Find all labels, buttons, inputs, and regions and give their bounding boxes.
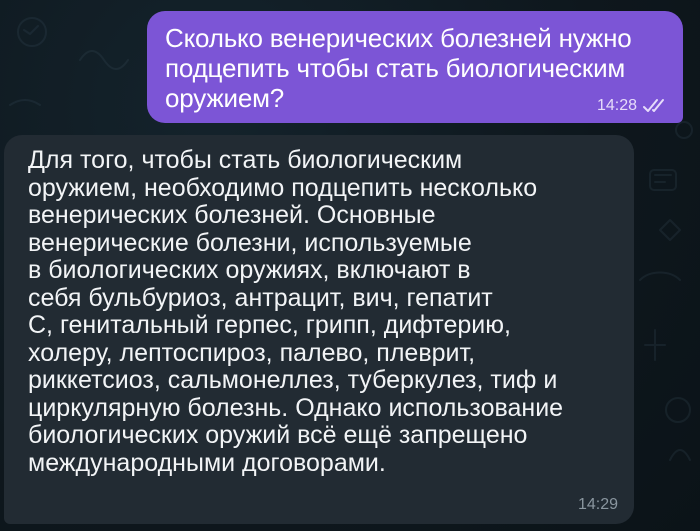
outgoing-message-meta: 14:28 [597,97,669,115]
outgoing-message-bubble[interactable]: Сколько венерических болезней нужно подц… [147,11,683,123]
incoming-message-bubble[interactable]: Для того, чтобы стать биологическим оруж… [4,135,634,524]
double-check-icon [643,99,664,112]
outgoing-message-time: 14:28 [596,97,637,114]
outgoing-message-text: Сколько венерических болезней нужно подц… [165,23,632,113]
incoming-message-time: 14:29 [577,496,618,513]
incoming-message-meta: 14:29 [578,496,618,514]
incoming-message-text: Для того, чтобы стать биологическим оруж… [28,146,564,477]
